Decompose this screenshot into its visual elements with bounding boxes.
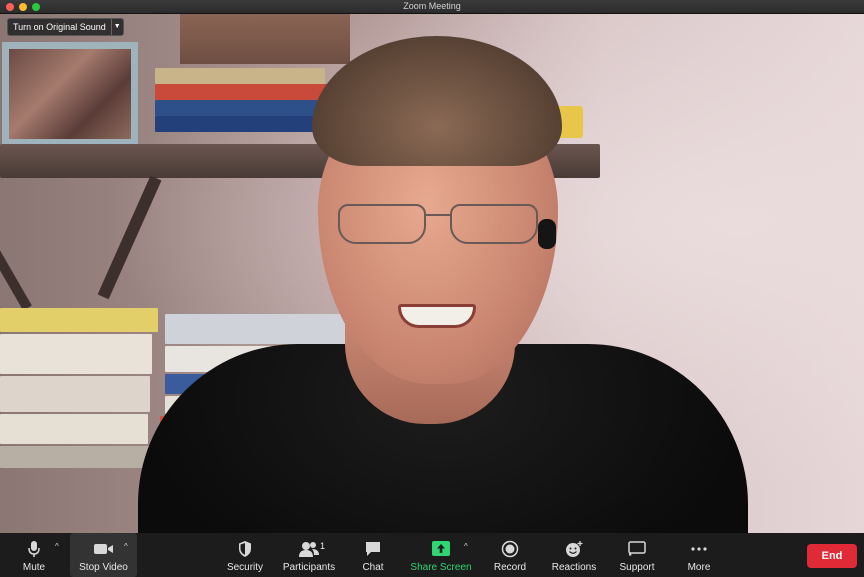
security-button[interactable]: Security [222, 533, 268, 577]
participants-button[interactable]: 1 Participants [280, 533, 338, 577]
participant-video [0, 14, 864, 533]
original-sound-button[interactable]: Turn on Original Sound ▼ [7, 18, 124, 36]
security-label: Security [226, 562, 264, 573]
end-meeting-button[interactable]: End [807, 544, 857, 568]
share-screen-button[interactable]: Share Screen [408, 533, 474, 577]
support-label: Support [619, 562, 655, 573]
record-button[interactable]: Record [490, 533, 530, 577]
stop-video-label: Stop Video [79, 562, 128, 573]
original-sound-label: Turn on Original Sound [13, 22, 106, 32]
window-titlebar: Zoom Meeting [0, 0, 864, 14]
record-label: Record [493, 562, 527, 573]
video-camera-icon [93, 544, 113, 554]
mute-button[interactable]: Mute [14, 533, 54, 577]
chat-label: Chat [362, 562, 384, 573]
chevron-down-icon[interactable]: ▼ [110, 19, 123, 35]
mute-label: Mute [22, 562, 46, 573]
reactions-button[interactable]: Reactions [548, 533, 600, 577]
video-options-chevron-icon[interactable]: ^ [124, 542, 128, 551]
participants-icon [299, 542, 319, 557]
support-button[interactable]: Support [614, 533, 660, 577]
more-button[interactable]: More [680, 533, 718, 577]
microphone-icon [28, 541, 40, 557]
participants-label: Participants [282, 562, 336, 573]
cast-screen-icon [628, 541, 646, 556]
more-dots-icon [691, 547, 707, 551]
reactions-label: Reactions [551, 562, 597, 573]
chat-bubble-icon [366, 542, 380, 556]
person-hair [312, 36, 562, 166]
chat-button[interactable]: Chat [355, 533, 391, 577]
smiley-plus-icon [566, 541, 583, 557]
more-label: More [687, 562, 711, 573]
window-title: Zoom Meeting [403, 1, 461, 11]
share-screen-label: Share Screen [410, 562, 472, 573]
person-earbud [538, 219, 556, 249]
person-glasses [338, 204, 543, 248]
share-options-chevron-icon[interactable]: ^ [464, 542, 468, 551]
share-screen-icon [432, 541, 450, 556]
participant-person [0, 14, 864, 533]
stop-video-button[interactable]: Stop Video [70, 533, 137, 577]
meeting-toolbar: Mute ^ Stop Video ^ Security 1 Participa… [0, 533, 864, 577]
record-icon [501, 540, 519, 558]
person-smile [398, 304, 476, 328]
participants-count: 1 [320, 541, 326, 551]
shield-icon [239, 541, 251, 557]
mute-options-chevron-icon[interactable]: ^ [55, 542, 59, 551]
